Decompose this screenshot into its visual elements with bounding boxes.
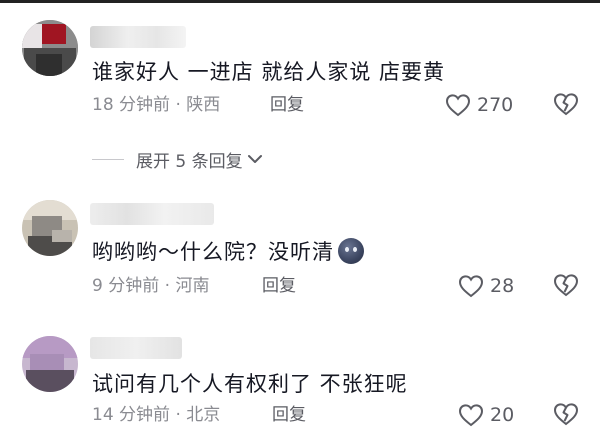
comment-text: 哟哟哟～什么院？没听清 <box>92 238 364 266</box>
like-button[interactable]: 28 <box>458 273 514 299</box>
like-count: 270 <box>477 94 514 116</box>
reply-button[interactable]: 回复 <box>272 404 306 426</box>
comment-text: 谁家好人 一进店 就给人家说 店要黄 <box>92 60 446 84</box>
meta-separator: · <box>170 95 187 115</box>
reply-button[interactable]: 回复 <box>262 275 296 297</box>
username[interactable] <box>90 26 186 48</box>
chevron-down-icon <box>247 155 262 163</box>
heart-icon <box>445 94 471 117</box>
comment-time: 9 分钟前 <box>92 276 160 296</box>
reply-button[interactable]: 回复 <box>270 94 304 116</box>
comment-time: 14 分钟前 <box>92 405 171 425</box>
expand-divider <box>92 158 124 160</box>
broken-heart-icon <box>553 274 579 297</box>
username[interactable] <box>90 203 214 225</box>
avatar-image <box>22 20 78 76</box>
broken-heart-icon <box>553 93 579 116</box>
username[interactable] <box>90 337 182 359</box>
comment-meta: 9 分钟前 · 河南 <box>92 275 209 297</box>
like-button[interactable]: 20 <box>458 402 514 428</box>
broken-heart-icon <box>553 403 579 426</box>
expand-replies-label: 展开 5 条回复 <box>136 151 243 172</box>
heart-icon <box>458 404 484 427</box>
avatar[interactable] <box>22 200 78 256</box>
comment-location: 河南 <box>175 276 210 296</box>
comment-meta: 14 分钟前 · 北京 <box>92 404 220 426</box>
like-count: 20 <box>490 404 515 426</box>
dislike-button[interactable] <box>553 92 579 118</box>
avatar-image <box>22 336 78 392</box>
heart-icon <box>458 275 484 298</box>
dislike-button[interactable] <box>553 402 579 428</box>
comment-meta: 18 分钟前 · 陕西 <box>92 94 220 116</box>
comment-text: 试问有几个人有权利了 不张狂呢 <box>92 372 408 396</box>
dislike-button[interactable] <box>553 273 579 299</box>
expand-replies-button[interactable]: 展开 5 条回复 <box>92 148 263 172</box>
comment-location: 北京 <box>186 405 221 425</box>
like-count: 28 <box>490 275 515 297</box>
avatar[interactable] <box>22 20 78 76</box>
blue-face-emoji <box>338 238 364 264</box>
comment-text-body: 哟哟哟～什么院？没听清 <box>92 240 334 264</box>
avatar[interactable] <box>22 336 78 392</box>
avatar-image <box>22 200 78 256</box>
comment-time: 18 分钟前 <box>92 95 171 115</box>
meta-separator: · <box>159 276 176 296</box>
meta-separator: · <box>170 405 187 425</box>
like-button[interactable]: 270 <box>445 92 513 118</box>
comment-location: 陕西 <box>186 95 221 115</box>
top-divider <box>0 0 600 3</box>
